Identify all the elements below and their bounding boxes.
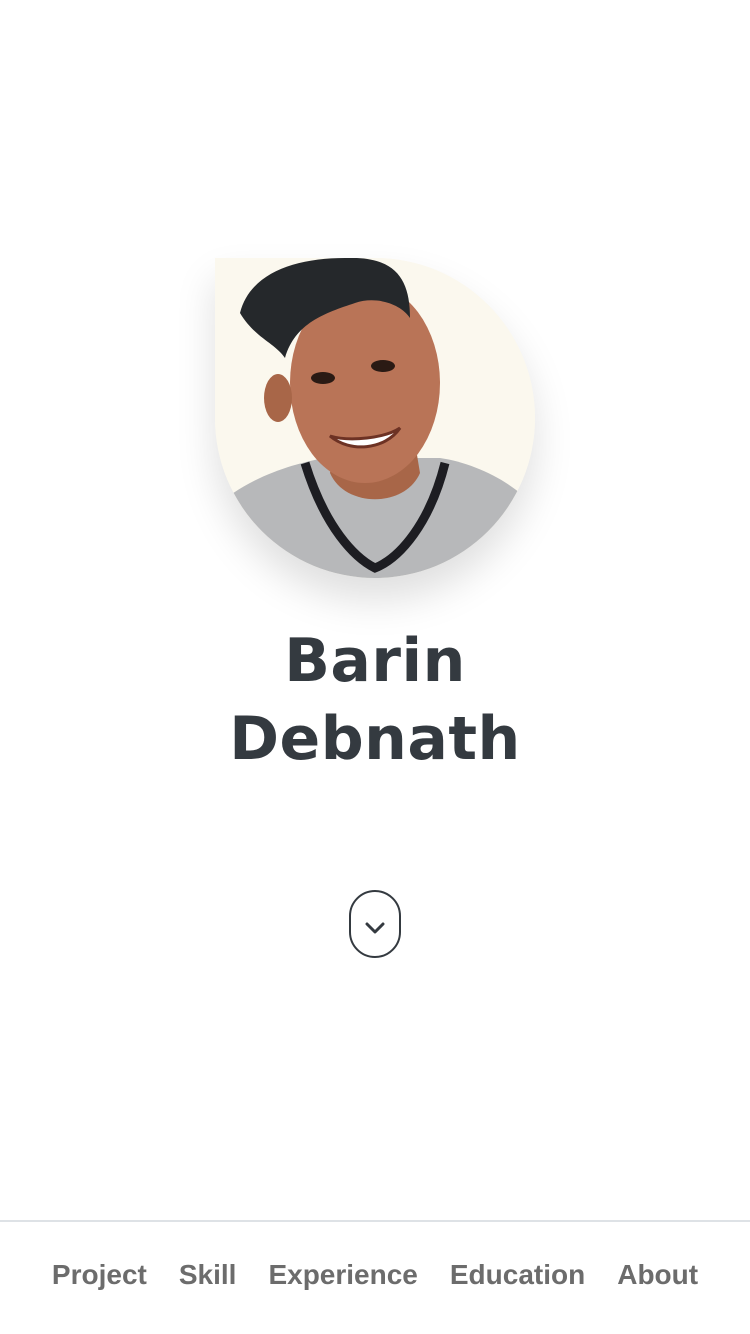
nav-link-skill[interactable]: Skill [179, 1259, 237, 1291]
nav-link-about[interactable]: About [617, 1259, 698, 1291]
scroll-down-button[interactable] [349, 890, 401, 958]
chevron-down-icon [365, 922, 385, 934]
bottom-navigation: Project Skill Experience Education About [0, 1220, 750, 1334]
first-name: Barin [284, 626, 466, 696]
nav-link-education[interactable]: Education [450, 1259, 585, 1291]
profile-name: Barin Debnath [0, 622, 750, 778]
hero-section: Barin Debnath [0, 0, 750, 1220]
last-name: Debnath [229, 704, 521, 774]
profile-photo-illustration [215, 258, 535, 578]
nav-link-project[interactable]: Project [52, 1259, 147, 1291]
profile-photo [215, 258, 535, 578]
nav-link-experience[interactable]: Experience [268, 1259, 417, 1291]
